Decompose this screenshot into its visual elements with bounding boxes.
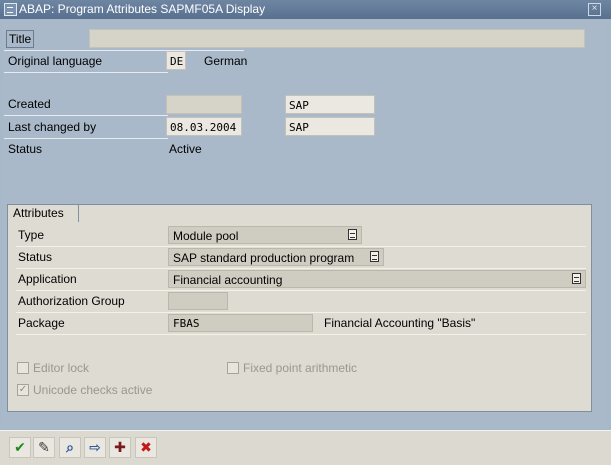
title-label: Title [6, 30, 35, 48]
editor-lock-label: Editor lock [33, 361, 90, 375]
application-field[interactable]: Financial accounting [168, 270, 586, 288]
created-date-field[interactable] [166, 95, 242, 114]
package-field[interactable]: FBAS [168, 314, 313, 332]
program-status-value: SAP standard production program [173, 251, 355, 265]
fixed-point-label: Fixed point arithmetic [243, 361, 358, 375]
original-language-name: German [204, 54, 248, 68]
type-row: Type Module pool [16, 225, 586, 247]
original-language-field[interactable]: DE [166, 51, 186, 70]
authorization-group-field[interactable] [168, 292, 228, 310]
type-field[interactable]: Module pool [168, 226, 362, 244]
status-label: Status [8, 142, 43, 156]
type-value: Module pool [173, 229, 239, 243]
application-value: Financial accounting [173, 273, 283, 287]
created-by-field[interactable]: SAP [285, 95, 375, 114]
dropdown-icon[interactable] [572, 273, 581, 284]
authorization-group-label: Authorization Group [18, 294, 125, 308]
application-label: Application [18, 272, 77, 286]
window-title: ABAP: Program Attributes SAPMF05A Displa… [19, 2, 266, 16]
original-language-label: Original language [8, 54, 103, 68]
dropdown-icon[interactable] [348, 229, 357, 240]
program-status-field[interactable]: SAP standard production program [168, 248, 384, 266]
application-row: Application Financial accounting [16, 269, 586, 291]
unicode-checks-checkbox[interactable]: ✓ [17, 384, 29, 396]
cancel-icon[interactable]: ✖ [135, 437, 157, 458]
edit-pencil-icon[interactable]: ✎ [33, 437, 55, 458]
authorization-group-row: Authorization Group [16, 291, 586, 313]
unicode-checks-label: Unicode checks active [33, 383, 153, 397]
changed-date-field[interactable]: 08.03.2004 [166, 117, 242, 136]
divider [4, 72, 168, 73]
dialog-body: Title Original language DE German Create… [2, 20, 606, 428]
changed-by-field[interactable]: SAP [285, 117, 375, 136]
attributes-group: Attributes Type Module pool Status SAP s… [7, 204, 592, 412]
status-value: Active [169, 142, 202, 156]
editor-lock-checkbox[interactable] [17, 362, 29, 374]
attributes-tab: Attributes [7, 204, 79, 222]
package-description: Financial Accounting "Basis" [324, 316, 476, 330]
package-label: Package [18, 316, 65, 330]
created-label: Created [8, 97, 51, 111]
new-entry-icon[interactable]: ✚ [109, 437, 131, 458]
forward-icon[interactable]: ⇨ [84, 437, 106, 458]
last-changed-label: Last changed by [8, 120, 97, 134]
package-row: Package FBAS Financial Accounting "Basis… [16, 313, 586, 335]
program-status-label: Status [18, 250, 53, 264]
application-toolbar: ✔ ✎ ⌕ ⇨ ✚ ✖ [0, 430, 611, 465]
program-status-row: Status SAP standard production program [16, 247, 586, 269]
window-titlebar: ABAP: Program Attributes SAPMF05A Displa… [0, 0, 611, 19]
type-label: Type [18, 228, 45, 242]
dropdown-icon[interactable] [370, 251, 379, 262]
fixed-point-checkbox[interactable] [227, 362, 239, 374]
find-icon[interactable]: ⌕ [59, 437, 81, 458]
close-icon[interactable]: × [588, 3, 601, 16]
continue-icon[interactable]: ✔ [9, 437, 31, 458]
title-field[interactable] [89, 29, 585, 48]
window-app-icon[interactable] [4, 3, 17, 16]
divider [4, 115, 168, 116]
